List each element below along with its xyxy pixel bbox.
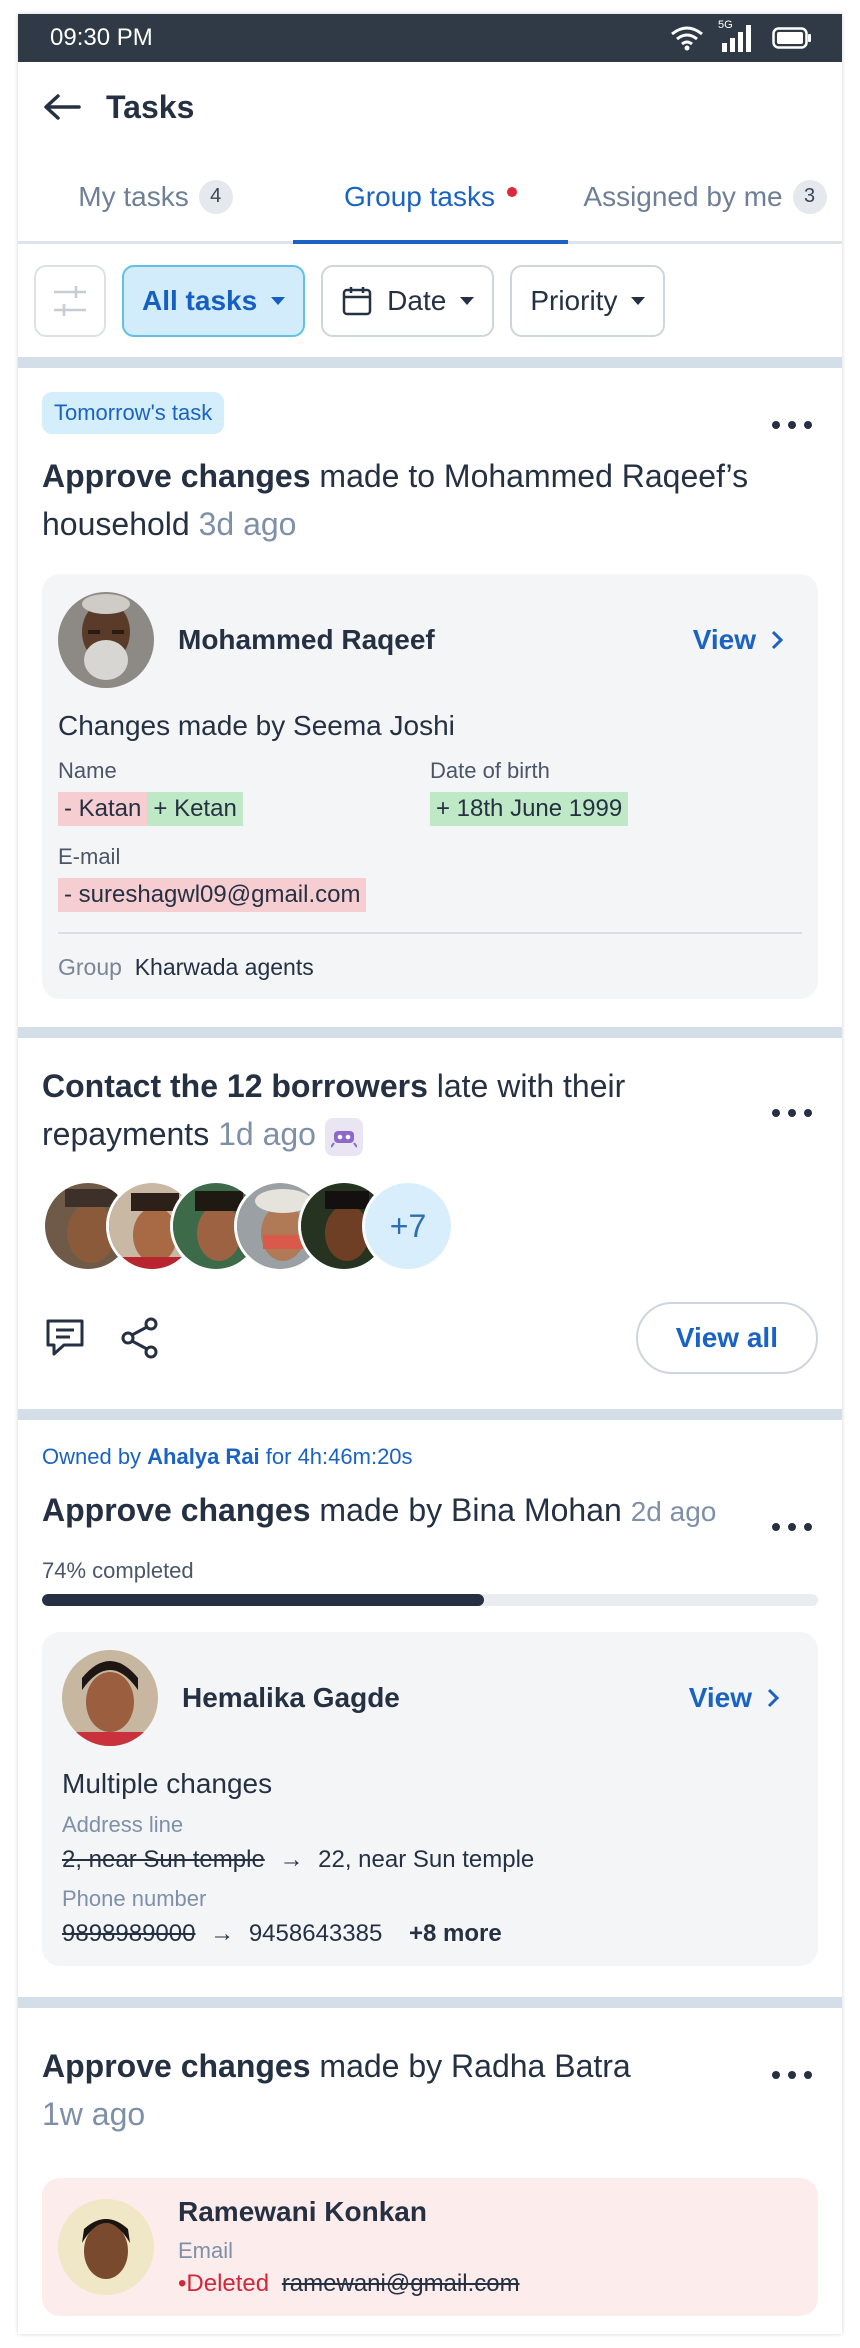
deletion-panel: Ramewani Konkan Email •Deleted ramewani@… bbox=[42, 2178, 818, 2316]
sliders-icon bbox=[54, 285, 86, 316]
all-tasks-dropdown[interactable]: All tasks bbox=[122, 264, 306, 337]
dot-icon bbox=[788, 1523, 796, 1531]
tomorrow-badge: Tomorrow's task bbox=[42, 392, 225, 434]
view-link[interactable]: View bbox=[693, 624, 784, 656]
tab-bar: My tasks 4 Group tasks Assigned by me 3 bbox=[18, 152, 842, 244]
dot-icon bbox=[772, 2071, 780, 2079]
more-options-button[interactable] bbox=[772, 2060, 812, 2090]
battery-icon bbox=[772, 27, 811, 49]
person-name: Ramewani Konkan bbox=[178, 2196, 427, 2227]
removed-value: - Katan bbox=[58, 792, 148, 826]
app-header: Tasks bbox=[18, 62, 842, 152]
tab-assigned-by-me[interactable]: Assigned by me 3 bbox=[568, 152, 842, 241]
filter-settings-button[interactable] bbox=[34, 264, 106, 337]
person-name: Mohammed Raqeef bbox=[178, 624, 435, 655]
wifi-icon bbox=[671, 26, 703, 51]
caret-down-icon bbox=[271, 296, 286, 305]
dot-icon bbox=[804, 1523, 812, 1531]
avatar bbox=[58, 592, 154, 688]
more-borrowers-count[interactable]: +7 bbox=[362, 1180, 454, 1272]
notification-dot bbox=[506, 186, 517, 197]
change-panel: Mohammed Raqeef View Changes made by See… bbox=[42, 574, 818, 999]
field-label-email: E-mail bbox=[58, 844, 121, 869]
deleted-email-row: •Deleted ramewani@gmail.com bbox=[178, 2270, 520, 2297]
caret-down-icon bbox=[460, 296, 475, 305]
tab-my-tasks[interactable]: My tasks 4 bbox=[18, 152, 293, 241]
progress-bar bbox=[42, 1594, 818, 1606]
count-badge: 4 bbox=[198, 179, 233, 214]
more-options-button[interactable] bbox=[772, 1098, 812, 1128]
count-badge: 3 bbox=[792, 179, 827, 214]
arrow-right-icon: → bbox=[210, 1920, 235, 1947]
dot-icon bbox=[788, 2071, 796, 2079]
task-title: Approve changes made to Mohammed Raqeef’… bbox=[42, 458, 749, 542]
phone-change: 9898989000 → 9458643385 +8 more bbox=[62, 1920, 502, 1947]
borrower-avatars: +7 bbox=[42, 1180, 818, 1272]
dot-icon bbox=[804, 421, 812, 429]
removed-value: - sureshagwl09@gmail.com bbox=[58, 878, 367, 912]
avatar bbox=[62, 1650, 158, 1746]
chat-icon bbox=[46, 1319, 84, 1356]
address-change: 2, near Sun temple → 22, near Sun temple bbox=[62, 1846, 535, 1873]
bot-icon bbox=[324, 1117, 363, 1156]
progress-fill bbox=[42, 1594, 485, 1606]
progress-label: 74% completed bbox=[42, 1558, 194, 1583]
task-title: Approve changes made by Radha Batra 1w ag… bbox=[42, 2048, 631, 2132]
more-changes-link[interactable]: +8 more bbox=[409, 1920, 502, 1947]
owner-line: Owned by Ahalya Rai for 4h:46m:20s bbox=[42, 1444, 413, 1469]
signal-icon: 5G bbox=[718, 19, 758, 53]
page-title: Tasks bbox=[106, 88, 195, 125]
task-title: Contact the 12 borrowers late with their… bbox=[42, 1062, 818, 1158]
field-label-email: Email bbox=[178, 2238, 234, 2263]
phone-screen: 09:30 PM 5G Tasks My tasks 4 Group tasks… bbox=[18, 14, 842, 2334]
dot-icon bbox=[788, 421, 796, 429]
tab-group-tasks[interactable]: Group tasks bbox=[293, 152, 568, 244]
view-link[interactable]: View bbox=[689, 1682, 780, 1714]
share-icon bbox=[121, 1317, 158, 1359]
deleted-status: Deleted bbox=[186, 2270, 270, 2297]
owner-link[interactable]: Ahalya Rai bbox=[147, 1444, 260, 1469]
view-all-button[interactable]: View all bbox=[635, 1302, 818, 1374]
comment-button[interactable] bbox=[42, 1314, 90, 1362]
dot-icon bbox=[772, 1109, 780, 1117]
priority-dropdown[interactable]: Priority bbox=[510, 264, 666, 337]
more-options-button[interactable] bbox=[772, 410, 812, 440]
field-label-name: Name bbox=[58, 758, 117, 783]
filter-bar: All tasks Date Priority bbox=[18, 244, 842, 368]
field-label-dob: Date of birth bbox=[430, 758, 550, 783]
task-card-approve-bina: Owned by Ahalya Rai for 4h:46m:20s Appro… bbox=[18, 1420, 842, 2008]
status-time: 09:30 PM bbox=[50, 24, 153, 51]
added-value: + Ketan bbox=[147, 792, 243, 826]
dot-icon bbox=[772, 1523, 780, 1531]
arrow-right-icon: → bbox=[279, 1846, 304, 1873]
dot-icon bbox=[788, 1109, 796, 1117]
chevron-right-icon bbox=[771, 630, 784, 650]
back-button[interactable] bbox=[42, 87, 82, 127]
caret-down-icon bbox=[631, 296, 646, 305]
dot-icon bbox=[772, 421, 780, 429]
date-dropdown[interactable]: Date bbox=[321, 264, 495, 337]
multiple-changes-text: Multiple changes bbox=[62, 1768, 273, 1799]
change-panel: Hemalika Gagde View Multiple changes Add… bbox=[42, 1632, 818, 1966]
calendar-icon bbox=[342, 286, 372, 315]
task-card-approve-radha: Approve changes made by Radha Batra 1w ag… bbox=[18, 2008, 842, 2334]
dot-icon bbox=[804, 2071, 812, 2079]
field-label-phone: Phone number bbox=[62, 1886, 207, 1911]
task-title: Approve changes made by Bina Mohan 2d ag… bbox=[42, 1492, 717, 1528]
changes-by-text: Changes made by Seema Joshi bbox=[58, 710, 455, 741]
task-card-approve-raqeef: Tomorrow's task Approve changes made to … bbox=[18, 368, 842, 1038]
more-options-button[interactable] bbox=[772, 1512, 812, 1542]
arrow-left-icon bbox=[44, 94, 81, 120]
task-card-contact-borrowers: Contact the 12 borrowers late with their… bbox=[18, 1038, 842, 1420]
chevron-right-icon bbox=[767, 1688, 780, 1708]
status-bar: 09:30 PM 5G bbox=[18, 14, 842, 62]
field-label-address: Address line bbox=[62, 1812, 184, 1837]
share-button[interactable] bbox=[116, 1314, 164, 1362]
person-name: Hemalika Gagde bbox=[182, 1682, 400, 1713]
added-value: + 18th June 1999 bbox=[430, 792, 629, 826]
avatar bbox=[58, 2199, 154, 2295]
group-row: Group Kharwada agents bbox=[58, 932, 802, 981]
dot-icon bbox=[804, 1109, 812, 1117]
